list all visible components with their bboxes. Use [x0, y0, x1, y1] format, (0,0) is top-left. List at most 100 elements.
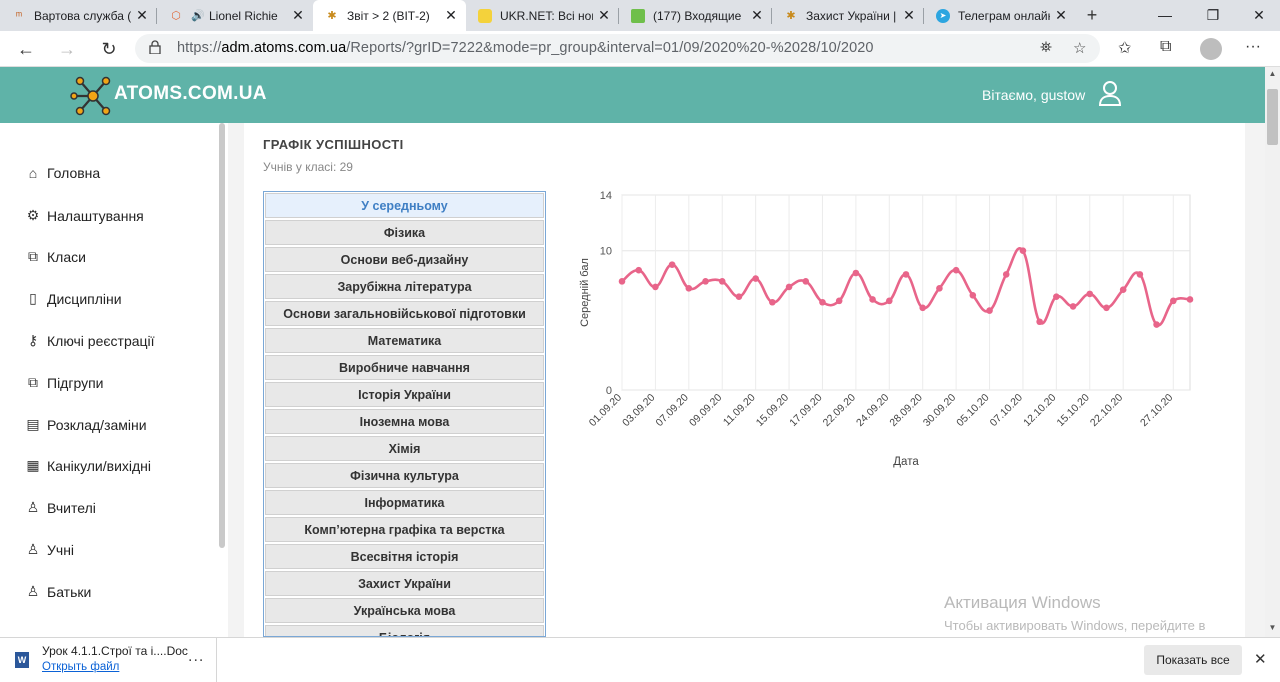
- data-point: [1002, 271, 1010, 278]
- tab-5[interactable]: ✱ Захист України | 2 ✕: [772, 0, 924, 31]
- subject-button[interactable]: Зарубіжна література: [265, 274, 544, 299]
- sidebar-item-4[interactable]: ⚷ Ключі реєстрації: [24, 332, 155, 349]
- x-tick-label: 15.09.20: [754, 392, 791, 429]
- close-tab-icon[interactable]: ✕: [444, 7, 458, 24]
- welcome-text: Вітаємо, gustow: [982, 87, 1086, 103]
- close-tab-icon[interactable]: ✕: [902, 7, 916, 24]
- scroll-up-icon[interactable]: ▲: [1265, 69, 1280, 78]
- data-point: [718, 278, 726, 285]
- subject-button[interactable]: Математика: [265, 328, 544, 353]
- back-icon[interactable]: ←: [14, 37, 38, 61]
- close-tab-icon[interactable]: ✕: [597, 7, 611, 24]
- show-all-button[interactable]: Показать все: [1144, 645, 1242, 675]
- subject-button[interactable]: Хімія: [265, 436, 544, 461]
- subject-button[interactable]: Українська мова: [265, 598, 544, 623]
- more-menu-icon[interactable]: ···: [1245, 38, 1261, 56]
- subject-button[interactable]: Основи веб-дизайну: [265, 247, 544, 272]
- address-bar-row: ← → ↻ https://adm.atoms.com.ua/Reports/?…: [0, 31, 1280, 67]
- tab-0[interactable]: ᵐ Вартова служба ( ✕: [0, 0, 157, 31]
- tab-title: UKR.NET: Всі нові: [500, 8, 593, 23]
- close-tab-icon[interactable]: ✕: [291, 7, 305, 24]
- maximize-icon[interactable]: ❐: [1190, 0, 1236, 31]
- favorites-icon[interactable]: ✩: [1118, 38, 1131, 58]
- tab-1[interactable]: ⬡ 🔊 Lionel Richie ✕: [157, 0, 313, 31]
- sidebar-item-2[interactable]: ⧉ Класи: [24, 248, 86, 265]
- data-point: [952, 266, 960, 274]
- sidebar-item-label: Головна: [47, 165, 101, 181]
- x-tick-label: 09.09.20: [687, 392, 724, 429]
- open-file-link[interactable]: Открыть файл: [42, 661, 119, 673]
- url-field[interactable]: https://adm.atoms.com.ua/Reports/?grID=7…: [135, 34, 1100, 63]
- collections-icon[interactable]: ⧉: [1160, 38, 1171, 56]
- data-point: [668, 261, 676, 268]
- students-count: Учнів у класі: 29: [263, 160, 353, 174]
- telegram-icon: ➤: [936, 8, 950, 23]
- sidebar-scrollbar[interactable]: [219, 123, 225, 548]
- performance-chart: 0101401.09.2003.09.2007.09.2009.09.2011.…: [579, 190, 1194, 468]
- close-tab-icon[interactable]: ✕: [135, 7, 149, 24]
- scrollbar-thumb[interactable]: [1267, 89, 1278, 145]
- subject-button[interactable]: Всесвітня історія: [265, 544, 544, 569]
- scroll-down-icon[interactable]: ▼: [1265, 623, 1280, 632]
- tab-2-active[interactable]: ✱ Звіт > 2 (ВІТ-2) ✕: [313, 0, 466, 31]
- x-tick-label: 11.09.20: [721, 392, 758, 429]
- download-bar: W Урок 4.1.1.Строї та і....Doc Открыть ф…: [0, 637, 1280, 682]
- tab-3[interactable]: UKR.NET: Всі нові ✕: [466, 0, 619, 31]
- y-tick-label: 10: [600, 246, 612, 258]
- subject-button[interactable]: Іноземна мова: [265, 409, 544, 434]
- download-filename[interactable]: Урок 4.1.1.Строї та і....Doc: [42, 644, 188, 658]
- tab-4[interactable]: (177) Входящие ✕: [619, 0, 772, 31]
- user-icon[interactable]: [1098, 80, 1122, 106]
- sidebar-item-10[interactable]: ♙ Батьки: [24, 583, 92, 600]
- favorite-star-icon[interactable]: ☆: [1073, 39, 1086, 57]
- subject-button[interactable]: Фізика: [265, 220, 544, 245]
- new-tab-icon[interactable]: +: [1082, 5, 1102, 25]
- sidebar-item-7[interactable]: ▦ Канікули/вихідні: [24, 457, 151, 474]
- data-point: [1086, 290, 1094, 298]
- forward-icon[interactable]: →: [55, 37, 79, 61]
- data-point: [735, 293, 743, 300]
- subject-button[interactable]: Виробниче навчання: [265, 355, 544, 380]
- page-scrollbar[interactable]: ▲ ▼: [1265, 67, 1280, 637]
- data-point: [885, 297, 893, 305]
- subject-button[interactable]: Основи загальновійськової підготовки: [265, 301, 544, 326]
- subject-button[interactable]: Інформатика: [265, 490, 544, 515]
- tab-6[interactable]: ➤ Телеграм онлайн ✕: [924, 0, 1076, 31]
- close-tab-icon[interactable]: ✕: [750, 7, 764, 24]
- x-axis-label: Дата: [893, 456, 919, 468]
- subject-button[interactable]: Комп’ютерна графіка та верстка: [265, 517, 544, 542]
- sidebar-item-6[interactable]: ▤ Розклад/заміни: [24, 416, 146, 433]
- translate-icon[interactable]: ⛯: [1040, 39, 1052, 56]
- sidebar-item-0[interactable]: ⌂ Головна: [24, 165, 100, 181]
- brand-name[interactable]: ATOMS.COM.UA: [114, 83, 267, 105]
- subject-button[interactable]: Біологія: [265, 625, 544, 636]
- sidebar-item-9[interactable]: ♙ Учні: [24, 541, 74, 558]
- download-more-icon[interactable]: ...: [188, 648, 204, 666]
- word-doc-icon: W: [15, 652, 29, 668]
- subject-button[interactable]: Захист України: [265, 571, 544, 596]
- subject-button[interactable]: Історія України: [265, 382, 544, 407]
- calendar-icon: ▦: [26, 457, 40, 473]
- sidebar-item-label: Підгрупи: [47, 374, 104, 391]
- minimize-icon[interactable]: —: [1142, 0, 1188, 31]
- y-tick-label: 14: [600, 190, 612, 202]
- data-point: [1019, 247, 1027, 255]
- tab-title: Lionel Richie: [209, 8, 278, 23]
- teacher-icon: ♙: [26, 499, 40, 515]
- profile-avatar[interactable]: [1200, 38, 1222, 60]
- data-point: [702, 278, 709, 285]
- refresh-icon[interactable]: ↻: [97, 37, 121, 61]
- data-point: [785, 283, 793, 291]
- sidebar-item-5[interactable]: ⧉ Підгрупи: [24, 374, 103, 391]
- close-download-bar-icon[interactable]: ✕: [1254, 650, 1267, 668]
- sidebar-item-1[interactable]: ⚙ Налаштування: [24, 207, 144, 224]
- audio-icon[interactable]: 🔊: [191, 9, 205, 23]
- y-axis-label: Середній бал: [579, 258, 591, 327]
- subject-button-average[interactable]: У середньому: [265, 193, 544, 218]
- close-window-icon[interactable]: ✕: [1236, 0, 1280, 31]
- close-tab-icon[interactable]: ✕: [1054, 7, 1068, 24]
- subject-button[interactable]: Фізична культура: [265, 463, 544, 488]
- sidebar-item-3[interactable]: ▯ Дисципліни: [24, 290, 121, 307]
- sidebar-item-8[interactable]: ♙ Вчителі: [24, 499, 96, 516]
- x-tick-label: 28.09.20: [887, 392, 924, 429]
